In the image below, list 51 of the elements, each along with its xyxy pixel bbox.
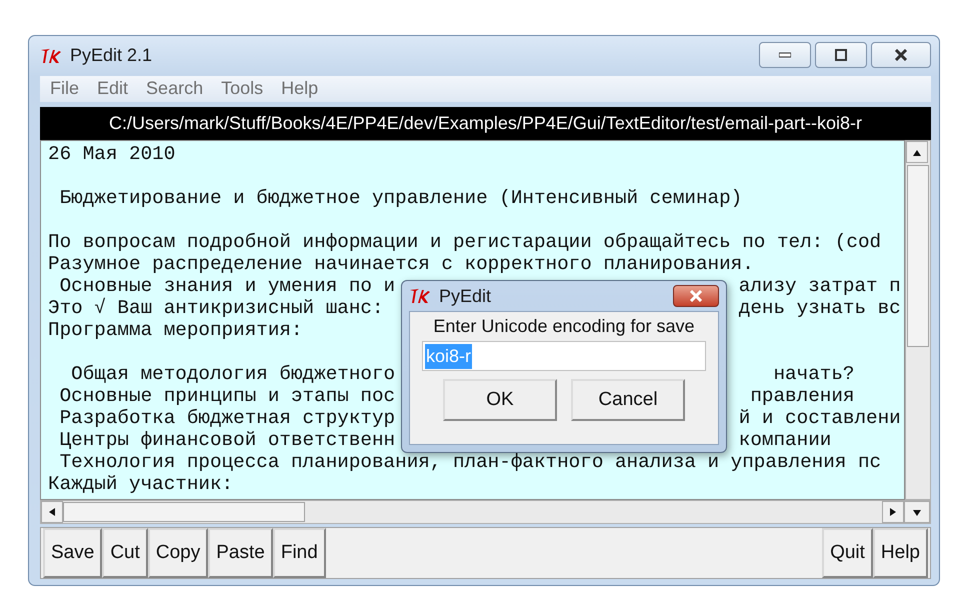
text-line: Каждый участник: (48, 472, 234, 495)
text-line: 26 Мая 2010 (48, 142, 176, 165)
window-title: PyEdit 2.1 (70, 45, 152, 66)
menu-item[interactable]: File (50, 78, 80, 100)
menu-item[interactable]: Help (281, 78, 318, 100)
dialog-button[interactable]: OK (443, 379, 557, 421)
text-line: компании (738, 428, 832, 451)
horizontal-scrollbar[interactable] (40, 500, 931, 524)
text-line: По вопросам подробной информации и регистарации обращайтесь по тел: (cod (48, 230, 882, 253)
text-line: Основные принципы и этапы пос (58, 384, 396, 407)
toolbar-button[interactable]: Quit (822, 528, 873, 578)
scroll-thumb[interactable] (63, 502, 305, 522)
text-line: й и составлени (738, 406, 901, 429)
maximize-button[interactable] (815, 42, 867, 68)
dialog-title: PyEdit (439, 286, 492, 306)
text-line: Разумное распределение начинается с корректного планирования. (48, 252, 754, 275)
text-line: Программа мероприятия: (48, 318, 303, 341)
toolbar-button[interactable]: Find (272, 528, 326, 578)
field-value: koi8-r (425, 344, 472, 368)
text-line: Это √ Ваш антикризисный шанс: (48, 296, 384, 319)
toolbar-button[interactable]: Cut (102, 528, 148, 578)
close-button[interactable] (871, 42, 931, 68)
scroll-thumb[interactable] (907, 164, 929, 347)
text-line: начать? (772, 362, 854, 385)
text-line: правления (749, 384, 854, 407)
right-arrow-icon (888, 506, 898, 517)
text-line: день узнать вс (738, 296, 901, 319)
left-arrow-icon (47, 506, 57, 517)
toolbar-button[interactable]: Copy (148, 528, 208, 578)
close-button[interactable] (673, 285, 719, 307)
minimize-icon (779, 52, 791, 58)
toolbar-button[interactable]: Save (43, 528, 102, 578)
dialog-prompt: Enter Unicode encoding for save (433, 316, 695, 337)
close-icon (894, 49, 908, 61)
menu-item[interactable]: Edit (97, 78, 128, 100)
maximize-icon (835, 49, 847, 61)
menu-item[interactable]: Search (146, 78, 204, 100)
toolbar-button[interactable]: Help (872, 528, 928, 578)
dialog-button[interactable]: Cancel (571, 379, 685, 421)
vertical-scrollbar[interactable] (905, 140, 931, 500)
text-line: Разработка бюджетная структур (58, 406, 396, 429)
text-line: Бюджетирование и бюджетное управление (Интенсивный семинар) (58, 186, 742, 209)
close-icon (689, 290, 703, 302)
menu-item[interactable]: Tools (221, 78, 264, 100)
toolbar-button[interactable]: Paste (208, 528, 273, 578)
text-line: Основные знания и умения по и (58, 274, 396, 297)
text-line: Центры финансовой ответственн (58, 428, 396, 451)
text-line: Общая методология бюджетного (70, 362, 396, 385)
text-line: Технология процесса планирования, план-фактного анализа и управления пс (58, 450, 882, 473)
text-line: ализу затрат п (738, 274, 901, 297)
file-path: C:/Users/mark/Stuff/Books/4E/PP4E/dev/Examples/PP4E/Gui/TextEditor/test/email-part--koi8-r (40, 106, 931, 140)
